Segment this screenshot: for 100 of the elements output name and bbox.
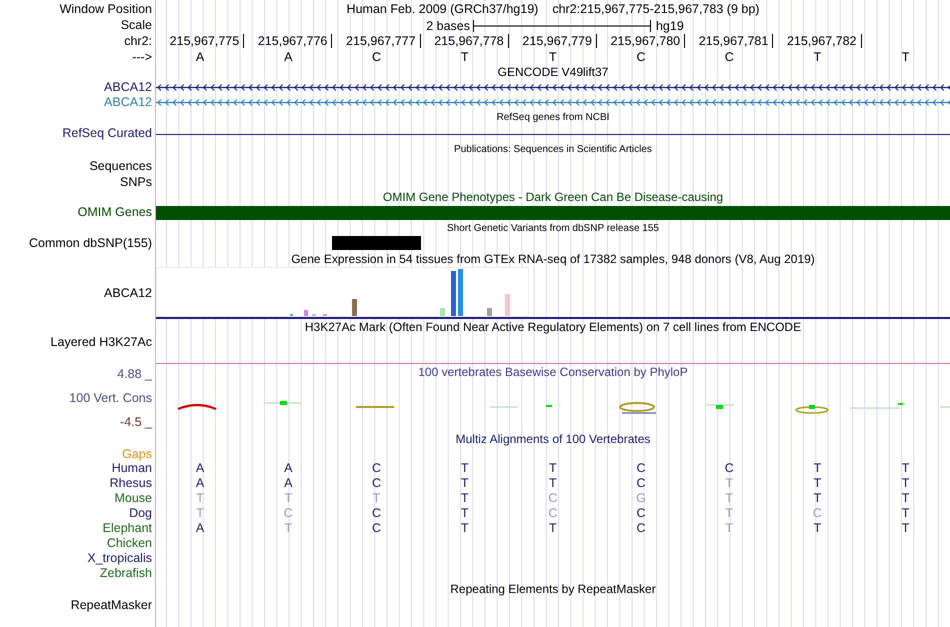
track-label: RepeatMasker	[70, 598, 152, 613]
expression-bar	[451, 271, 456, 316]
base-letter: T	[372, 491, 382, 506]
base-letter: C	[370, 521, 382, 536]
species-label: Human	[112, 461, 152, 476]
base-letter: C	[636, 476, 647, 491]
base-letter: T	[460, 476, 470, 491]
base-letter: T	[724, 506, 734, 521]
base-letter: C	[547, 491, 558, 506]
track-label: SNPs	[120, 174, 152, 190]
track-label: ABCA12	[104, 80, 152, 95]
position-label: 215,967,781	[698, 34, 774, 48]
base-letter: C	[636, 461, 647, 476]
base-letter: C	[636, 521, 647, 536]
base-letter: T	[812, 521, 822, 536]
expression-bar	[304, 310, 308, 316]
track-heading: Gene Expression in 54 tissues from GTEx RNA-seq of 17382 samples, 948 donors (V8, Aug 2019)	[291, 251, 815, 267]
base-letter: T	[548, 476, 558, 491]
base-letter: C	[370, 476, 382, 491]
base-letter: T	[900, 491, 910, 506]
base-letter: T	[460, 506, 470, 521]
base-letter: C	[724, 461, 735, 476]
position-label: 215,967,782	[786, 34, 862, 48]
base-letter: T	[548, 50, 558, 65]
position-label: 215,967,779	[522, 34, 597, 48]
position-label: 215,967,780	[610, 34, 686, 48]
base-letter: T	[460, 50, 470, 65]
base-letter: A	[283, 50, 294, 65]
track-label: Gaps	[122, 447, 152, 462]
position-label: 215,967,778	[434, 34, 509, 48]
assembly-text: hg19	[656, 19, 684, 33]
base-letter: T	[283, 491, 294, 506]
row-label: Scale	[120, 18, 152, 33]
strand-arrow: --->	[132, 50, 152, 65]
base-letter: T	[283, 521, 294, 536]
position-label: 215,967,775	[170, 34, 244, 48]
base-letter: T	[900, 521, 910, 536]
base-letter: C	[547, 506, 558, 521]
track-heading: H3K27Ac Mark (Often Found Near Active Regulatory Elements) on 7 cell lines from ENCODE	[304, 319, 802, 335]
axis-max-label: 4.88 _	[117, 367, 152, 383]
base-letter: T	[195, 491, 205, 506]
base-letter: T	[812, 461, 822, 476]
track-heading: Repeating Elements by RepeatMasker	[450, 581, 656, 597]
track-label: ABCA12	[104, 95, 152, 110]
expression-bar	[505, 294, 510, 316]
base-letter: T	[900, 506, 910, 521]
species-label: Zebrafish	[100, 566, 152, 581]
base-letter: A	[194, 521, 206, 536]
track-label: RefSeq Curated	[62, 126, 152, 141]
base-letter: T	[812, 476, 822, 491]
species-label: X_tropicalis	[87, 551, 152, 566]
base-letter: T	[812, 491, 822, 506]
base-letter: C	[636, 50, 647, 65]
base-letter: T	[460, 491, 470, 506]
base-letter: T	[724, 491, 734, 506]
base-letter: T	[548, 521, 558, 536]
base-letter: C	[370, 506, 382, 521]
position-label: 215,967,776	[258, 34, 332, 48]
base-letter: T	[812, 50, 822, 65]
species-label: Rhesus	[110, 476, 152, 491]
scale-text: 2 bases	[426, 19, 470, 33]
species-label: Mouse	[114, 491, 152, 506]
species-label: Chicken	[106, 536, 152, 551]
track-label: Sequences	[89, 158, 152, 174]
track-label: Common dbSNP(155)	[29, 236, 152, 251]
base-letter: C	[370, 461, 382, 476]
track-heading: Publications: Sequences in Scientific Articles	[454, 143, 652, 157]
base-letter: A	[194, 476, 206, 491]
row-label: chr2:	[124, 34, 152, 49]
base-letter: C	[282, 506, 294, 521]
position-label: 215,967,777	[346, 34, 421, 48]
base-letter: T	[195, 506, 205, 521]
track-label: OMIM Genes	[78, 205, 152, 220]
track-heading: Multiz Alignments of 100 Vertebrates	[456, 431, 650, 447]
base-letter: G	[635, 491, 647, 506]
base-letter: T	[900, 476, 910, 491]
base-letter: T	[900, 50, 910, 65]
base-letter: C	[370, 50, 382, 65]
position-text: chr2:215,967,775-215,967,783 (9 bp)	[552, 2, 760, 16]
expression-bar	[487, 308, 492, 316]
track-heading: RefSeq genes from NCBI	[496, 111, 610, 125]
base-letter: A	[194, 50, 206, 65]
base-letter: T	[724, 521, 734, 536]
expression-bar	[458, 269, 463, 316]
base-letter: C	[724, 50, 735, 65]
assembly-title: Human Feb. 2009 (GRCh37/hg19)	[346, 2, 538, 16]
axis-min-label: -4.5 _	[120, 415, 152, 430]
base-letter: T	[900, 461, 910, 476]
base-letter: C	[636, 506, 647, 521]
track-label: Layered H3K27Ac	[50, 335, 152, 350]
track-heading: Short Genetic Variants from dbSNP release 155	[447, 222, 659, 236]
base-letter: A	[283, 476, 294, 491]
base-letter: T	[548, 461, 558, 476]
base-letter: A	[283, 461, 294, 476]
base-letter: T	[460, 521, 470, 536]
base-letter: A	[194, 461, 206, 476]
track-heading: OMIM Gene Phenotypes - Dark Green Can Be Disease-causing	[382, 190, 724, 205]
base-letter: T	[460, 461, 470, 476]
expression-bar	[352, 299, 357, 316]
track-label: 100 Vert. Cons	[69, 391, 152, 407]
